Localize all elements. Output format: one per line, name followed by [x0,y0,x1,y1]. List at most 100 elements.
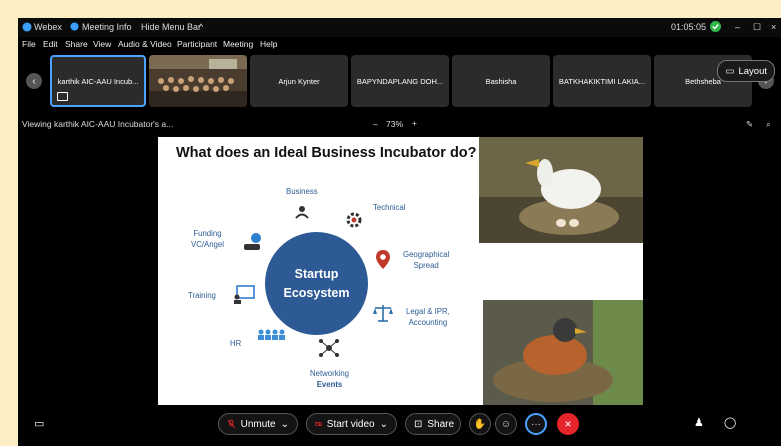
minimize-icon[interactable]: – [735,22,740,32]
connection-status-icon [710,21,721,34]
maximize-icon[interactable]: ☐ [753,22,761,33]
legal-line2: Accounting [408,317,448,327]
captions-icon[interactable]: ▭ [34,417,44,430]
geo-line1: Geographical [403,250,450,259]
legal-line1: Legal & IPR, [406,307,450,316]
startup-ecosystem-circle: Startup Ecosystem [265,232,368,335]
meeting-info-button[interactable]: Meeting Info [82,22,132,32]
label-geographical: Geographical Spread [403,250,449,271]
meeting-info-icon[interactable] [70,22,79,33]
label-legal: Legal & IPR, Accounting [406,307,450,328]
funding-icon [244,233,261,250]
zoom-level: 73% [386,119,404,129]
training-icon [234,285,255,304]
more-icon: ··· [531,418,541,430]
share-button[interactable]: ⊡ Share [405,413,461,435]
bottom-controls: ▭ Unmute ⌄ Start video ⌄ ⊡ Share ✋ ☺ ···… [18,408,781,446]
location-pin-icon [376,250,390,269]
more-options-button[interactable]: ··· [525,413,547,435]
participant-strip: ‹ karthik AIC-AAU Incub... Arjun Kynter … [18,52,781,112]
layout-icon: ▭ [725,65,735,77]
participants-icon[interactable]: ♟ [694,416,704,429]
group-video-image [149,55,247,107]
participant-name: Bashisha [485,76,517,86]
smiley-icon: ☺ [500,418,512,430]
participant-tile[interactable]: karthik AIC-AAU Incub... [50,55,146,107]
shared-slide: What does an Ideal Business Incubator do… [158,137,643,405]
networking-line1: Networking [310,369,349,378]
robin-nest-photo [483,300,643,405]
geo-line2: Spread [413,260,439,270]
slide-title: What does an Ideal Business Incubator do… [176,145,477,161]
chevron-down-icon[interactable]: ⌄ [380,419,388,430]
end-call-button[interactable]: × [557,413,579,435]
scales-icon [373,305,393,322]
screen-share-icon [57,92,68,101]
menu-share[interactable]: Share [65,39,88,49]
unmute-button[interactable]: Unmute ⌄ [218,413,298,435]
participant-name: karthik AIC-AAU Incub... [57,76,139,86]
participant-tile[interactable]: Bashisha [452,55,550,107]
menu-participant[interactable]: Participant [177,39,217,49]
unmute-label: Unmute [240,418,276,430]
viewing-text: Viewing karthik AIC-AAU Incubator's a... [22,119,174,129]
participant-tile[interactable]: Arjun Kynter [250,55,348,107]
chevron-left-icon[interactable]: ‹ [26,73,42,89]
webex-window: Webex Meeting Info Hide Menu Bar ^ 01:05… [18,18,781,446]
share-icon: ⊡ [414,418,423,430]
camera-off-icon [315,421,322,427]
share-label: Share [427,418,455,430]
gear-icon [346,212,362,228]
chevron-down-icon[interactable]: ⌄ [281,419,289,430]
start-video-label: Start video [326,418,375,430]
menu-meeting[interactable]: Meeting [223,39,253,49]
participant-tile-video[interactable] [149,55,247,107]
participant-name: BATKHAKIKTIMI LAKIA... [558,76,646,86]
layout-label: Layout [738,65,767,77]
participant-tile[interactable]: BATKHAKIKTIMI LAKIA... [553,55,651,107]
networking-line2: Events [316,379,343,389]
viewing-bar: Viewing karthik AIC-AAU Incubator's a...… [18,116,781,132]
participant-tile[interactable]: BAPYNDAPLANG DOH... [351,55,449,107]
close-icon[interactable]: × [771,22,776,32]
zoom-in-button[interactable]: + [412,118,417,128]
raise-hand-button[interactable]: ✋ [469,413,491,435]
meeting-timer: 01:05:05 [671,22,707,32]
funding-line2: VC/Angel [191,239,224,249]
zoom-out-button[interactable]: – [373,119,378,129]
swan-nest-photo [479,137,643,243]
annotate-icon[interactable]: ✎ [746,119,753,130]
layout-button[interactable]: ▭ Layout [717,60,775,82]
app-name: Webex [34,22,62,32]
search-icon[interactable]: ⌕ [766,119,771,130]
chat-icon[interactable]: ◯ [724,416,736,429]
menu-help[interactable]: Help [260,39,277,49]
webex-logo-icon [22,22,32,34]
label-business: Business [286,187,318,196]
label-training: Training [188,291,216,300]
title-bar: Webex Meeting Info Hide Menu Bar ^ 01:05… [18,18,781,37]
hide-menu-bar-button[interactable]: Hide Menu Bar [141,22,201,32]
label-networking: Networking Events [310,369,349,390]
menu-audio-video[interactable]: Audio & Video [118,39,172,49]
start-video-button[interactable]: Start video ⌄ [306,413,397,435]
microphone-muted-icon [227,419,236,429]
people-icon [258,329,285,340]
menu-file[interactable]: File [22,39,36,49]
label-technical: Technical [373,203,406,212]
network-icon [319,339,339,357]
menu-bar: File Edit Share View Audio & Video Parti… [18,37,781,51]
label-hr: HR [230,339,242,348]
participant-name: Bethsheba [685,76,721,86]
menu-view[interactable]: View [93,39,111,49]
eco-line2: Ecosystem [283,285,350,300]
business-icon [295,206,309,219]
label-funding: Funding VC/Angel [191,229,224,250]
eco-line1: Startup [294,266,339,281]
close-icon: × [564,417,572,431]
hand-icon: ✋ [473,418,487,430]
chevron-up-icon[interactable]: ^ [199,22,203,32]
reactions-button[interactable]: ☺ [495,413,517,435]
menu-edit[interactable]: Edit [43,39,58,49]
participant-name: Arjun Kynter [278,76,320,86]
